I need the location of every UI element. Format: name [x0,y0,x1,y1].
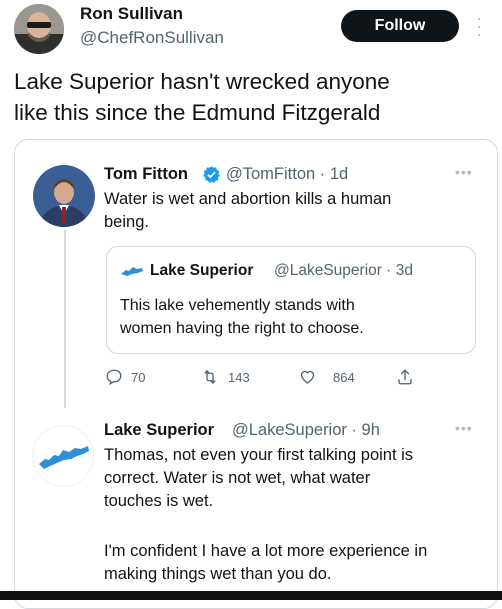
profile-photo-icon [33,165,95,227]
tweet-text-line-5: making things wet than you do. [104,565,332,583]
tweet-text-line-1: Thomas, not even your first talking poin… [104,446,414,464]
handle-and-time[interactable]: @TomFitton · 1d [226,165,348,184]
more-options-icon[interactable]: ••• [455,420,473,436]
handle-and-time[interactable]: @LakeSuperior · 3d [274,262,413,280]
verified-badge-icon [202,165,221,189]
display-name[interactable]: Ron Sullivan [80,4,183,24]
handle-and-time[interactable]: @LakeSuperior · 9h [232,421,380,440]
retweet-icon [204,370,216,384]
avatar[interactable] [14,4,64,54]
quoted-text-line-1: This lake vehemently stands with [120,297,355,314]
display-name[interactable]: Lake Superior [150,262,253,280]
retweet-count: 143 [228,369,250,385]
share-button[interactable] [396,367,414,387]
reply-count: 70 [131,369,146,385]
tweet-text-line-2: like this since the Edmund Fitzgerald [14,100,381,125]
lake-logo-icon [39,446,89,469]
retweet-button[interactable]: 143 [200,368,250,386]
tweet-text-line-2: being. [104,213,149,231]
profile-photo-icon [14,4,64,54]
avatar[interactable] [33,165,95,227]
display-name[interactable]: Lake Superior [104,421,214,440]
tweet-text-line-4: I'm confident I have a lot more experien… [104,542,428,560]
quoted-text-line-2: women having the right to choose. [120,320,364,337]
follow-button[interactable]: Follow [341,10,459,42]
reply-icon [106,369,122,386]
like-count: 864 [333,369,355,385]
more-options-icon[interactable]: · · · [477,11,482,41]
heart-icon [300,370,315,384]
tweet-text-line-2: correct. Water is not wet, what water [104,469,371,487]
more-options-icon[interactable]: ••• [455,164,473,180]
reply-button[interactable]: 70 [105,368,145,386]
tweet-text-line-1: Lake Superior hasn't wrecked anyone [14,69,390,94]
tweet-text-line-1: Water is wet and abortion kills a human [104,190,392,208]
share-icon [398,369,412,385]
avatar[interactable] [32,425,94,487]
like-button[interactable]: 864 [298,368,355,386]
display-name[interactable]: Tom Fitton [104,165,188,184]
tweet-text-line-3: touches is wet. [104,492,214,510]
bottom-edge [0,591,502,600]
handle[interactable]: @ChefRonSullivan [80,28,224,48]
lake-logo-icon [120,264,144,282]
thread-connector [64,230,66,408]
